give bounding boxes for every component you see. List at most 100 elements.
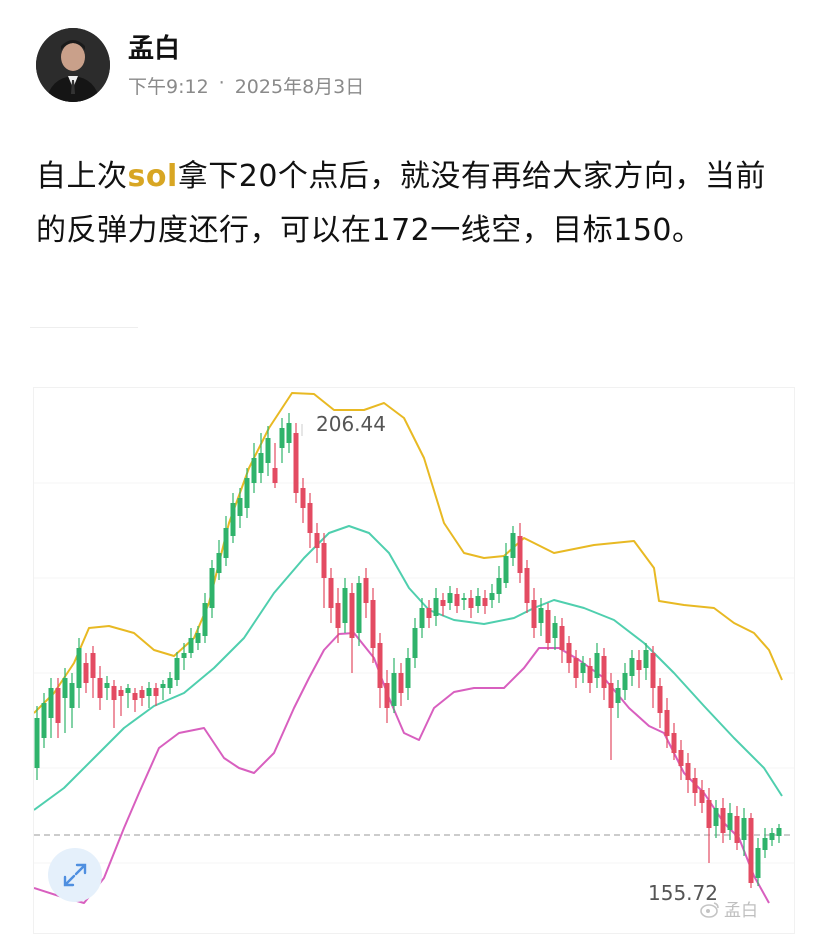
watermark: 孟白 [700,896,758,921]
candle-body [762,838,768,850]
candle-body [608,683,614,708]
candle-body [615,688,621,703]
candle-body [237,498,243,516]
candle-body [650,653,656,688]
avatar[interactable] [36,28,110,102]
candle-body [314,533,320,548]
candle-body [531,600,537,628]
candle-body [566,643,572,663]
candle-body [244,478,250,508]
candle-body [69,683,75,708]
post-time: 下午9:12 [128,75,209,98]
candle-body [97,678,103,698]
candle-body [643,650,649,668]
candle-body [125,688,131,693]
candle-body [76,648,82,688]
candle-body [741,818,747,840]
candle-body [363,578,369,603]
candle-body [216,553,222,573]
candle-body [384,683,390,708]
candle-body [230,503,236,536]
post-timestamp: 下午9:12 · 2025年8月3日 [128,72,364,99]
candle-body [153,688,159,696]
candle-body [41,703,47,738]
candle-body [622,673,628,690]
candle-body [776,828,782,836]
candle-body [160,684,166,688]
candle-body [62,678,68,698]
candle-body [720,808,726,833]
candle-body [286,423,292,443]
candle-body [748,818,754,883]
post-text-before: 自上次 [36,159,128,194]
candle-body [678,750,684,766]
candle-body [475,596,481,606]
expand-arrows-icon [63,863,87,887]
candle-body [468,598,474,608]
candle-body [685,763,691,780]
candle-body [398,673,404,693]
author-name[interactable]: 孟白 [128,32,364,66]
candle-body [307,503,313,533]
candle-body [258,453,264,473]
candle-body [552,623,558,638]
candle-body [412,628,418,658]
candle-body [629,658,635,676]
candle-body [587,666,593,683]
candle-body [293,433,299,493]
candle-body [34,718,40,768]
candle-body [209,568,215,608]
candle-body [202,603,208,636]
candle-body [90,653,96,678]
candle-body [503,556,509,583]
candle-body [454,594,460,606]
candle-body [440,600,446,606]
candle-body [769,833,775,840]
candle-body [279,428,285,448]
candle-body [419,608,425,628]
candle-body [405,658,411,688]
candle-body [146,688,152,696]
candle-body [139,690,145,698]
candle-body [517,536,523,573]
candle-body [447,593,453,603]
candle-body [118,690,124,696]
candle-body [489,593,495,600]
candle-body [580,663,586,673]
candle-body [727,813,733,830]
candle-body [335,603,341,628]
candle-body [174,658,180,680]
candle-body [342,588,348,623]
candle-body [671,733,677,753]
candle-body [482,598,488,606]
candle-body [510,533,516,558]
highlight-keyword[interactable]: sol [128,159,178,194]
candle-body [356,583,362,633]
candle-body [664,710,670,736]
candle-body [370,600,376,648]
candle-body [111,686,117,700]
candle-body [391,673,397,706]
watermark-text: 孟白 [724,901,758,921]
candle-body [524,568,530,603]
candle-body [328,578,334,608]
candle-body [461,598,467,600]
candle-body [573,658,579,678]
candle-body [559,626,565,650]
candle-body [167,678,173,688]
candle-body [692,778,698,793]
candle-body [545,610,551,643]
candle-body [538,608,544,623]
candle-body [181,653,187,658]
zoom-button[interactable] [48,848,102,902]
candle-body [223,528,229,558]
candle-body [713,808,719,826]
weibo-logo-icon [700,901,719,918]
candlestick-chart-image[interactable] [33,387,795,934]
high-price-label: 206.44 [316,412,386,436]
candle-body [636,660,642,670]
candle-body [272,468,278,483]
candle-body [132,693,138,700]
candle-body [426,608,432,618]
candle-body [195,633,201,643]
